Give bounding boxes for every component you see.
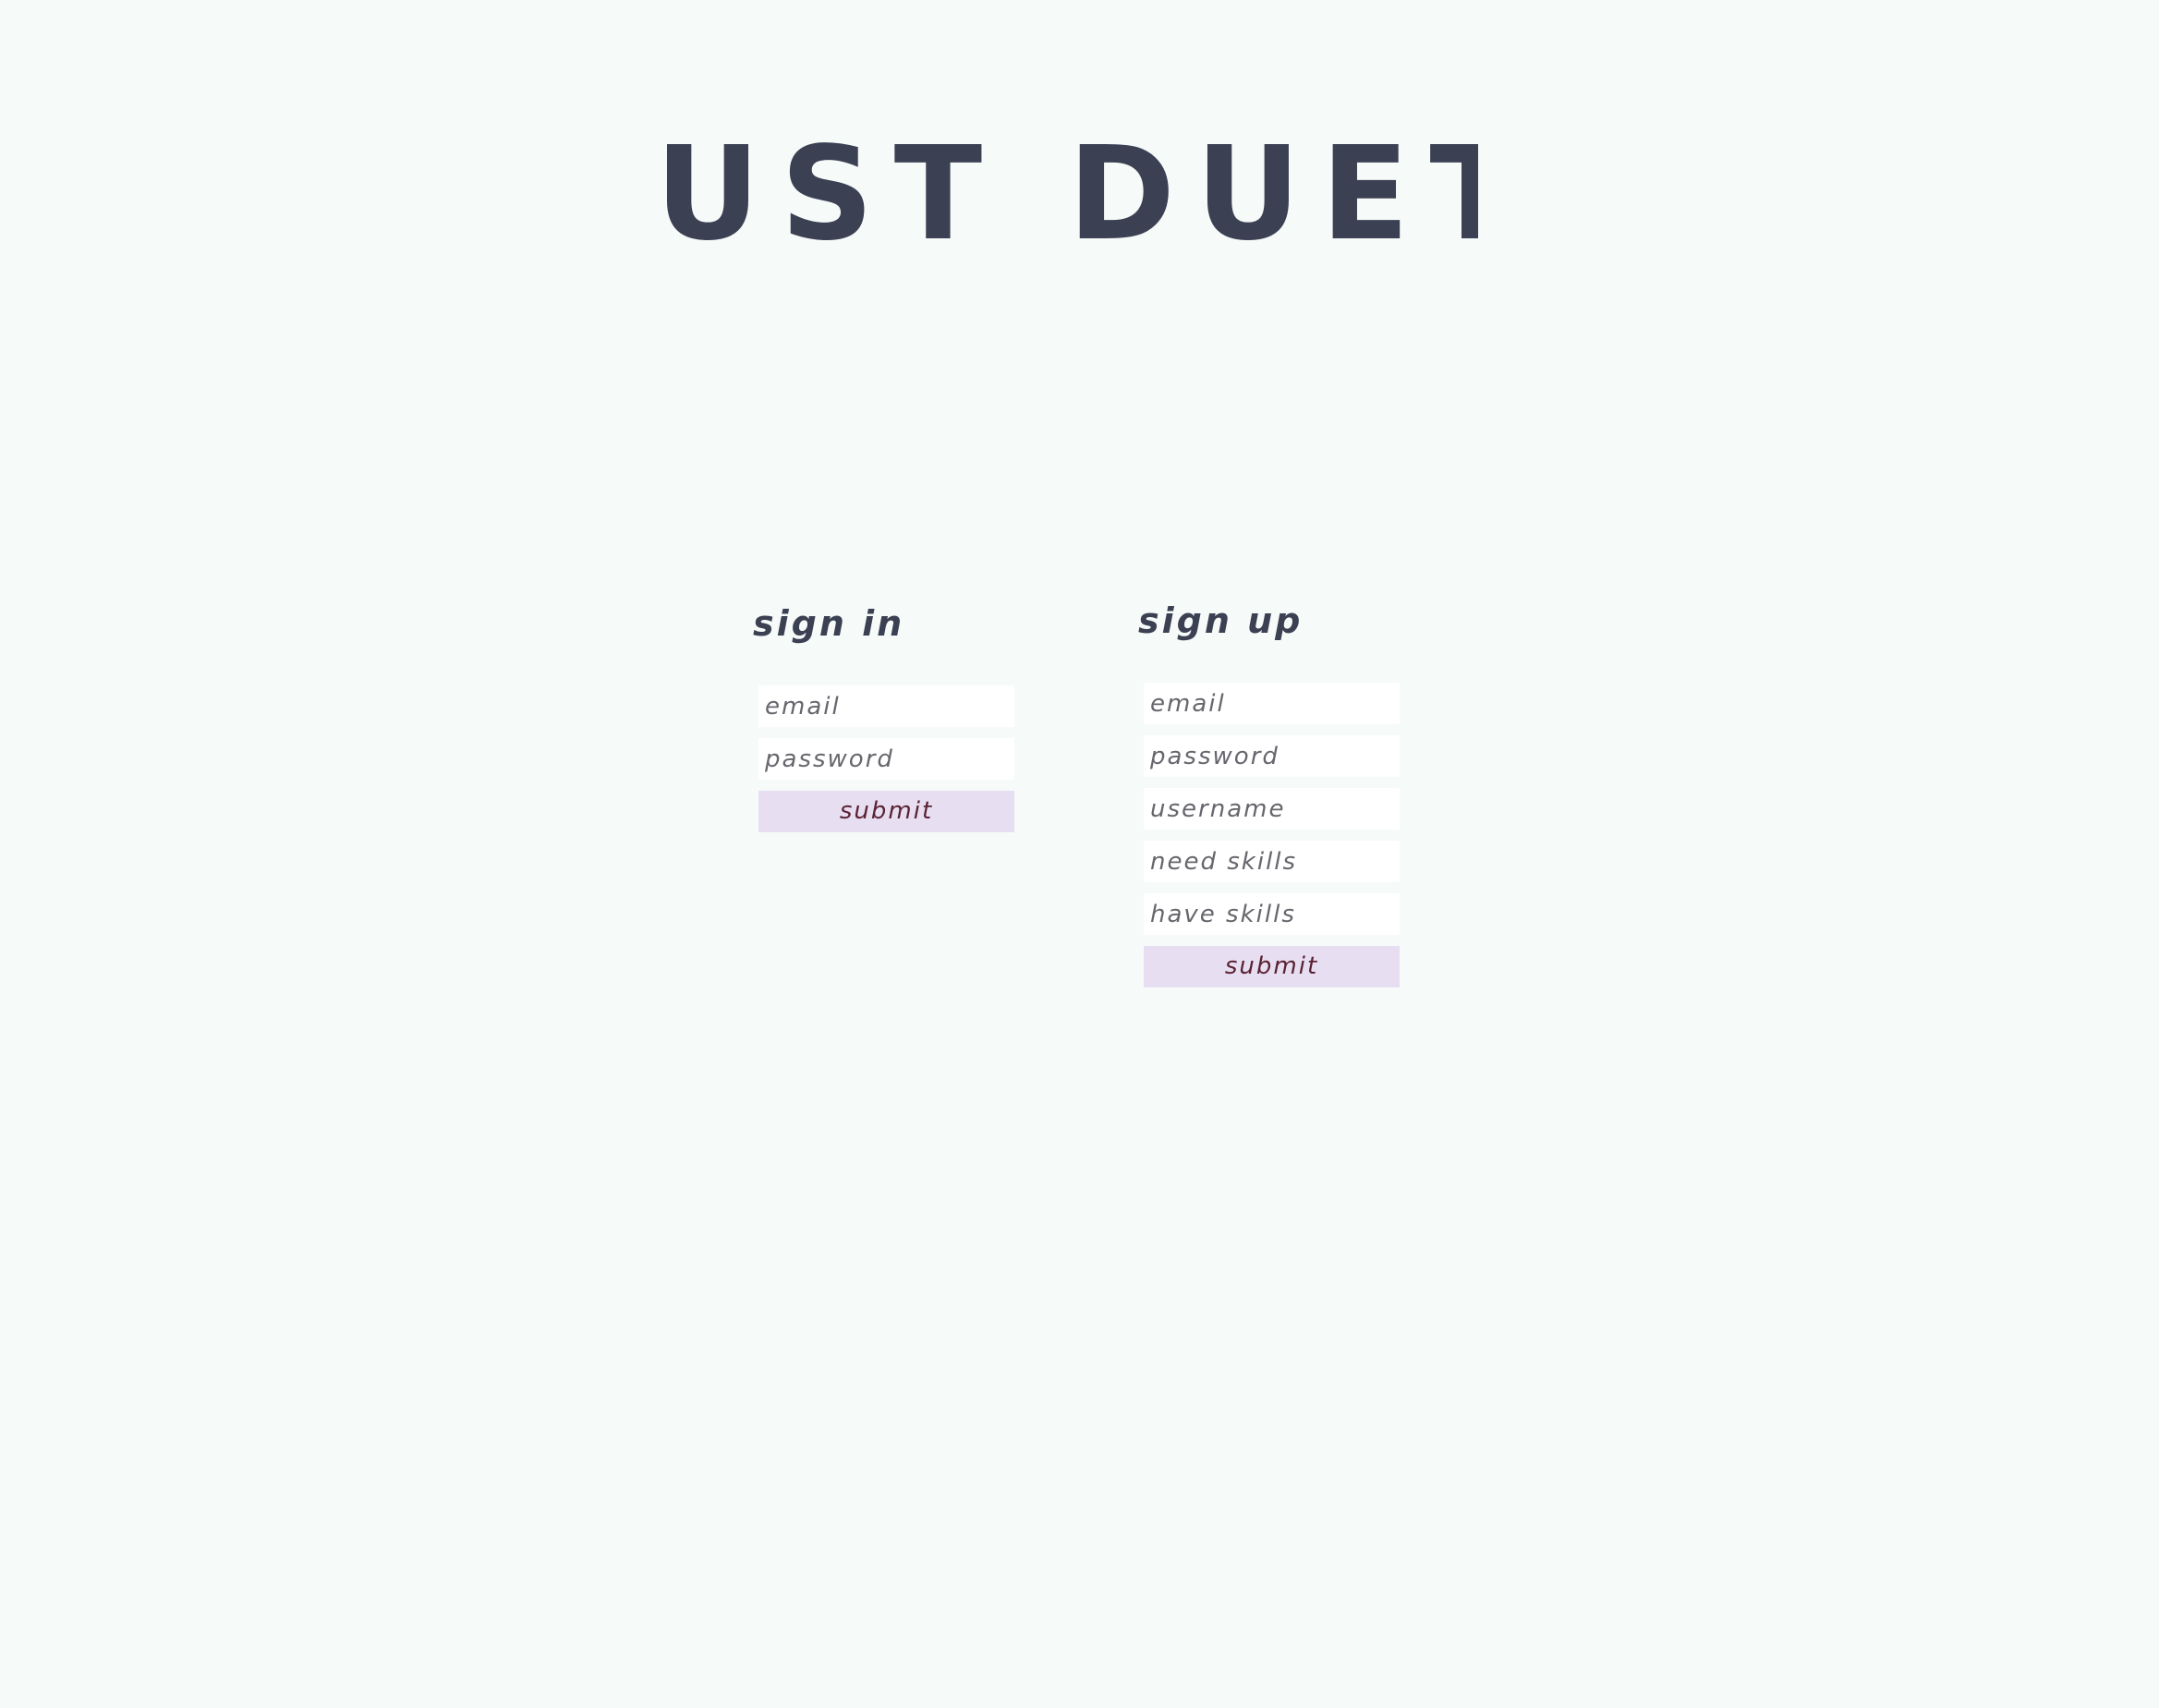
sign-up-email-input[interactable] (1144, 683, 1400, 724)
sign-up-form: sign up submit (1138, 598, 1400, 987)
sign-up-password-input[interactable] (1144, 735, 1400, 777)
sign-up-submit-button[interactable]: submit (1144, 946, 1400, 987)
sign-up-title: sign up (1138, 600, 1304, 641)
sign-in-email-input[interactable] (758, 685, 1014, 727)
sign-up-need-skills-input[interactable] (1144, 841, 1400, 882)
sign-up-username-input[interactable] (1144, 788, 1400, 830)
app-logo: JUST DUET (647, 120, 1478, 286)
app-title: JUST DUET (647, 120, 1478, 270)
sign-in-form: sign in submit (753, 600, 1014, 832)
sign-in-submit-button[interactable]: submit (758, 791, 1014, 832)
sign-up-have-skills-input[interactable] (1144, 893, 1400, 935)
sign-in-title: sign in (753, 603, 905, 644)
sign-in-password-input[interactable] (758, 738, 1014, 780)
